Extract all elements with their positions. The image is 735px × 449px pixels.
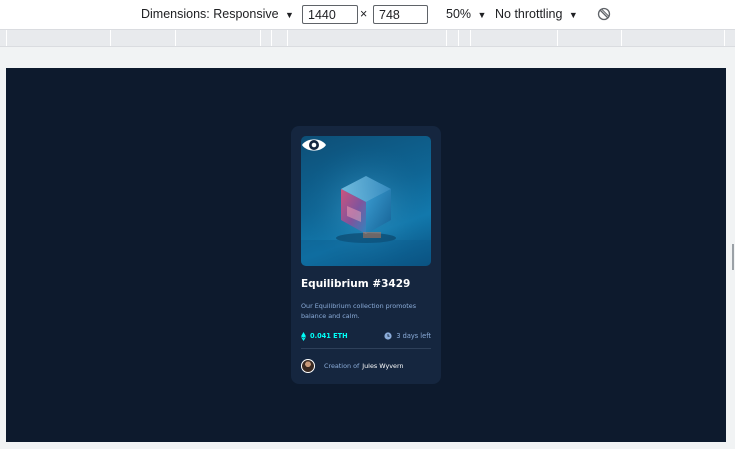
height-input[interactable] [373,5,428,24]
ruler-tick [724,30,725,46]
card-title[interactable]: Equilibrium #3429 [301,278,436,290]
width-input[interactable] [302,5,358,24]
nft-card: Equilibrium #3429 Our Equilibrium collec… [291,126,441,384]
ruler-tick [6,30,7,46]
ruler-tick [110,30,111,46]
time-left: 3 days left [384,331,431,341]
ruler-tick [271,30,272,46]
device-toolbar: Dimensions: Responsive ▼ × 50% ▼ No thro… [0,0,735,30]
zoom-dropdown[interactable]: 50% ▼ [446,7,486,21]
card-divider [301,348,431,349]
page-viewport: Equilibrium #3429 Our Equilibrium collec… [6,68,726,442]
creator-row: Creation of Jules Wyvern [301,358,404,374]
media-query-ruler[interactable] [0,30,735,47]
rotate-icon[interactable] [597,7,611,21]
chevron-down-icon: ▼ [477,10,487,20]
cube-illustration [301,136,431,266]
ruler-tick [446,30,447,46]
card-description: Our Equilibrium collection promotes bala… [301,302,417,320]
resize-handle[interactable] [732,244,734,270]
price: 0.041 ETH [301,331,348,341]
ethereum-icon [301,331,306,341]
eye-icon [302,139,326,151]
time-left-value: 3 days left [396,332,431,340]
zoom-label: 50% [446,7,472,21]
ruler-tick [175,30,176,46]
ruler-tick [287,30,288,46]
creator-prefix: Creation of [324,362,360,370]
chevron-down-icon: ▼ [568,10,578,20]
throttling-label: No throttling [495,7,563,21]
dimensions-label: Dimensions: Responsive [141,7,279,21]
ruler-tick [557,30,558,46]
ruler-tick [621,30,622,46]
creator-name-link[interactable]: Jules Wyvern [362,362,403,370]
throttling-dropdown[interactable]: No throttling ▼ [495,7,578,21]
chevron-down-icon: ▼ [285,10,294,20]
ruler-tick [260,30,261,46]
dimensions-dropdown[interactable]: Dimensions: Responsive ▼ [141,7,294,21]
ruler-tick [458,30,459,46]
times-separator: × [360,7,368,21]
clock-icon [384,332,392,340]
ruler-tick [470,30,471,46]
price-value: 0.041 ETH [310,332,348,340]
avatar [301,359,315,373]
nft-image[interactable] [301,136,431,266]
